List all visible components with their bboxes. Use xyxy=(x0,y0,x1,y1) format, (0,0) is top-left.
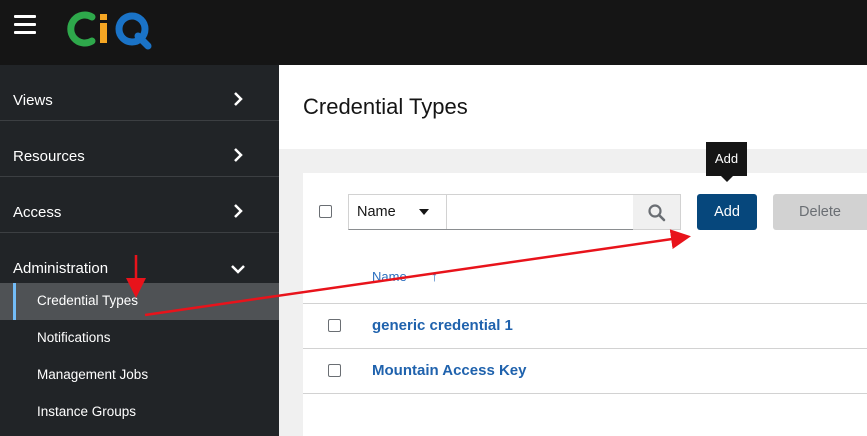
sidebar-item-label: Management Jobs xyxy=(37,367,149,382)
row-checkbox[interactable] xyxy=(328,319,341,332)
filter-type-value: Name xyxy=(357,204,396,220)
ciq-logo[interactable] xyxy=(62,5,162,53)
sidebar: Views Resources Access Administration Cr… xyxy=(0,65,279,436)
chevron-right-icon xyxy=(234,148,243,162)
sidebar-item-label: Credential Types xyxy=(37,293,139,308)
top-header xyxy=(0,0,867,65)
table-row: Mountain Access Key xyxy=(303,348,867,393)
sidebar-item-instance-groups[interactable]: Instance Groups xyxy=(0,394,279,431)
sidebar-group-label: Resources xyxy=(13,148,85,165)
select-all-checkbox[interactable] xyxy=(319,205,332,218)
page-header: Credential Types xyxy=(279,65,867,149)
filter-type-select[interactable]: Name xyxy=(349,195,447,229)
sidebar-item-credential-types[interactable]: Credential Types xyxy=(0,283,279,320)
chevron-right-icon xyxy=(234,204,243,218)
sidebar-group-label: Administration xyxy=(13,260,109,277)
sidebar-group-administration[interactable]: Administration xyxy=(0,233,279,283)
sidebar-group-views[interactable]: Views xyxy=(0,65,279,121)
sidebar-item-label: Notifications xyxy=(37,330,111,345)
caret-down-icon xyxy=(419,209,429,215)
row-checkbox[interactable] xyxy=(328,364,341,377)
sidebar-group-label: Views xyxy=(13,92,53,109)
sidebar-item-notifications[interactable]: Notifications xyxy=(0,320,279,357)
chevron-down-icon xyxy=(231,265,245,274)
table-row: generic credential 1 xyxy=(303,303,867,348)
chevron-right-icon xyxy=(234,92,243,106)
sidebar-group-access[interactable]: Access xyxy=(0,177,279,233)
sidebar-item-label: Instance Groups xyxy=(37,404,137,419)
sidebar-item-management-jobs[interactable]: Management Jobs xyxy=(0,357,279,394)
tooltip-arrow xyxy=(721,176,733,182)
delete-button[interactable]: Delete xyxy=(773,194,867,230)
column-header-name[interactable]: Name xyxy=(372,269,407,284)
page-title: Credential Types xyxy=(303,94,468,119)
search-input[interactable] xyxy=(447,195,634,229)
search-button[interactable] xyxy=(633,194,681,230)
table-bottom-border xyxy=(303,393,867,394)
search-icon xyxy=(648,204,666,222)
sidebar-group-label: Access xyxy=(13,204,62,221)
table-card: Name Add Delete Name ↑ generic credentia… xyxy=(303,173,867,436)
hamburger-menu-icon[interactable] xyxy=(14,15,36,35)
search-filter: Name xyxy=(348,194,634,230)
add-button[interactable]: Add xyxy=(697,194,757,230)
main-content: Credential Types Name Add Delete Name ↑ … xyxy=(279,65,867,436)
add-tooltip: Add xyxy=(706,142,747,176)
credential-type-link[interactable]: Mountain Access Key xyxy=(372,362,527,379)
sidebar-group-resources[interactable]: Resources xyxy=(0,121,279,177)
sort-ascending-icon[interactable]: ↑ xyxy=(431,268,438,284)
credential-type-link[interactable]: generic credential 1 xyxy=(372,317,513,334)
